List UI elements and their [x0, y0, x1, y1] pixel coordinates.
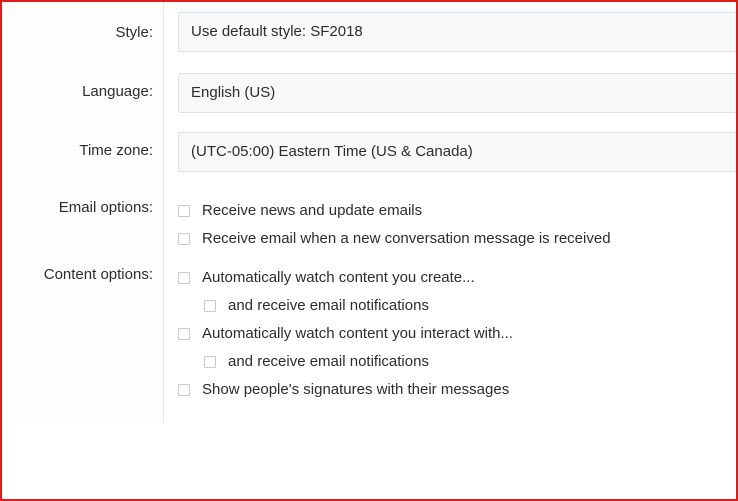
checkbox-icon — [178, 233, 190, 245]
timezone-select[interactable]: (UTC-05:00) Eastern Time (US & Canada) — [178, 132, 736, 172]
preferences-form: Style: Use default style: SF2018 Languag… — [2, 2, 736, 423]
language-label: Language: — [2, 71, 164, 130]
checkbox-label: and receive email notifications — [228, 297, 429, 314]
checkbox-icon — [204, 356, 216, 368]
checkbox-icon — [178, 384, 190, 396]
checkbox-label: Automatically watch content you interact… — [202, 325, 513, 342]
checkbox-icon — [178, 205, 190, 217]
checkbox-label: Automatically watch content you create..… — [202, 269, 475, 286]
content-option-show-signatures[interactable]: Show people's signatures with their mess… — [178, 376, 736, 404]
checkbox-label: Receive email when a new conversation me… — [202, 230, 611, 247]
checkbox-icon — [178, 328, 190, 340]
content-option-watch-create[interactable]: Automatically watch content you create..… — [178, 264, 736, 292]
checkbox-label: and receive email notifications — [228, 353, 429, 370]
style-label: Style: — [2, 2, 164, 71]
content-options-label: Content options: — [2, 260, 164, 423]
email-options-label: Email options: — [2, 193, 164, 260]
language-select[interactable]: English (US) — [178, 73, 736, 113]
content-options-group: Automatically watch content you create..… — [164, 260, 736, 404]
content-option-watch-interact-email[interactable]: and receive email notifications — [178, 348, 736, 376]
email-option-news[interactable]: Receive news and update emails — [178, 197, 736, 225]
preferences-panel: Style: Use default style: SF2018 Languag… — [0, 0, 738, 501]
email-option-conversation[interactable]: Receive email when a new conversation me… — [178, 225, 736, 253]
email-options-group: Receive news and update emails Receive e… — [164, 193, 736, 253]
checkbox-icon — [178, 272, 190, 284]
content-option-watch-create-email[interactable]: and receive email notifications — [178, 292, 736, 320]
content-option-watch-interact[interactable]: Automatically watch content you interact… — [178, 320, 736, 348]
checkbox-label: Receive news and update emails — [202, 202, 422, 219]
timezone-label: Time zone: — [2, 130, 164, 193]
style-select[interactable]: Use default style: SF2018 — [178, 12, 736, 52]
checkbox-label: Show people's signatures with their mess… — [202, 381, 509, 398]
checkbox-icon — [204, 300, 216, 312]
